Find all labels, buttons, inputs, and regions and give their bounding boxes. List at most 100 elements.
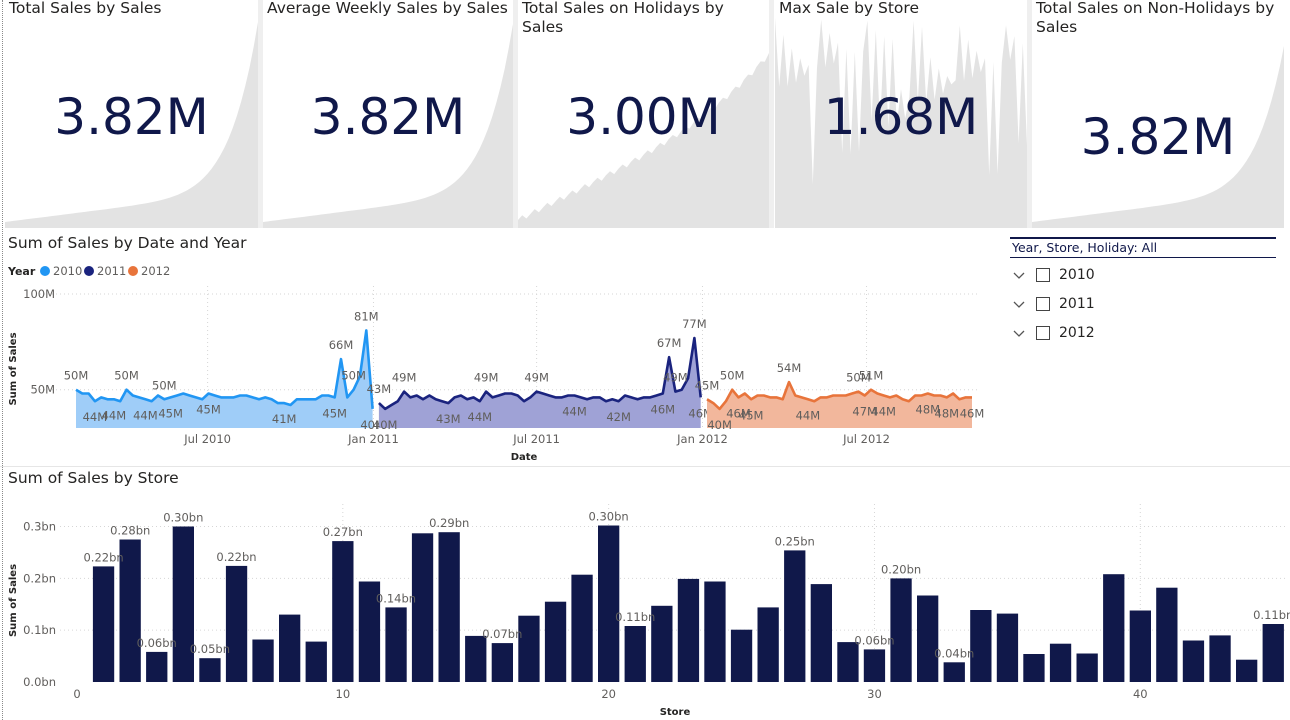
data-label: 51M <box>859 369 884 383</box>
checkbox[interactable] <box>1036 297 1050 311</box>
x-tick-label: Jan 2012 <box>676 432 728 446</box>
chevron-down-icon[interactable] <box>1012 326 1026 340</box>
data-label: 0.06bn <box>854 633 894 647</box>
legend-marker <box>84 266 94 276</box>
slicer-item-2012[interactable]: 2012 <box>1010 323 1095 343</box>
data-label: 0.22bn <box>83 550 123 564</box>
data-label: 0.11bn <box>1253 608 1290 622</box>
data-label: 43M <box>367 382 392 396</box>
bar-store-5 <box>199 658 221 682</box>
y-tick-label: 0.1bn <box>23 623 56 637</box>
bar-store-36 <box>1023 654 1045 682</box>
bar-store-26 <box>757 607 779 682</box>
kpi-card-holiday-sales[interactable]: Total Sales on Holidays by Sales 3.00M <box>518 0 769 228</box>
card-value: 3.82M <box>54 88 209 146</box>
data-label: 45M <box>196 403 221 417</box>
bar-store-23 <box>677 578 700 682</box>
slicer-item-label: 2012 <box>1059 325 1095 341</box>
bar-store-33 <box>943 662 965 682</box>
legend-title: Year <box>7 265 36 278</box>
bar-store-16 <box>491 643 513 682</box>
bar-store-17 <box>518 615 540 682</box>
card-divider <box>769 0 774 228</box>
data-label: 0.27bn <box>323 525 363 539</box>
data-label: 67M <box>657 336 682 350</box>
data-label: 49M <box>392 371 417 385</box>
data-label: 0.30bn <box>588 510 628 524</box>
bar-store-10 <box>332 541 354 682</box>
bar-store-21 <box>624 626 646 682</box>
bar-store-18 <box>544 601 567 682</box>
data-label: 42M <box>606 410 631 424</box>
line-chart-title: Sum of Sales by Date and Year <box>8 234 247 252</box>
legend-marker <box>128 266 138 276</box>
y-tick-label: 50M <box>30 383 55 397</box>
data-label: 50M <box>64 369 89 383</box>
data-label: 44M <box>468 410 493 424</box>
slicer-item-2010[interactable]: 2010 <box>1010 265 1095 285</box>
legend-label: 2012 <box>141 264 170 278</box>
bar-chart-title: Sum of Sales by Store <box>8 469 179 487</box>
x-tick-label: 10 <box>336 687 351 701</box>
data-label: 49M <box>524 371 549 385</box>
kpi-card-max-sale-by-store[interactable]: Max Sale by Store 1.68M <box>775 0 1027 228</box>
legend-marker <box>40 266 50 276</box>
bar-store-8 <box>279 614 301 682</box>
y-tick-label: 0.2bn <box>23 571 56 585</box>
bar-store-45 <box>1262 624 1284 682</box>
bar-store-14 <box>438 532 460 682</box>
kpi-card-non-holiday-sales[interactable]: Total Sales on Non-Holidays by Sales 3.8… <box>1032 0 1284 228</box>
checkbox[interactable] <box>1036 326 1050 340</box>
data-label: 45M <box>695 378 720 392</box>
card-title: Total Sales on Non-Holidays by Sales <box>1036 0 1275 36</box>
data-label: 43M <box>436 412 461 426</box>
x-tick-label: Jul 2010 <box>183 432 231 446</box>
bar-store-35 <box>996 613 1019 682</box>
bar-store-32 <box>917 595 939 682</box>
card-value: 1.68M <box>823 88 979 146</box>
sales-by-date-chart[interactable]: 50M 100M Jul 2010 Jan 2011 Jul 2011 Jan 2012 J… <box>0 256 1005 488</box>
data-label: 0.14bn <box>376 591 416 605</box>
checkbox[interactable] <box>1036 268 1050 282</box>
y-axis-title: Sum of Sales <box>8 332 19 405</box>
year-slicer[interactable]: Year, Store, Holiday: All 2010 2011 2012 <box>1010 237 1276 341</box>
card-value: 3.82M <box>1080 108 1236 166</box>
data-label: 66M <box>329 338 354 352</box>
y-tick-label: 0.3bn <box>23 520 56 534</box>
data-label: 0.30bn <box>163 511 203 525</box>
data-label: 44M <box>871 405 896 419</box>
data-label: 54M <box>777 361 802 375</box>
bar-store-38 <box>1076 653 1098 682</box>
bar-store-39 <box>1103 574 1125 682</box>
x-tick-label: Jul 2012 <box>842 432 890 446</box>
x-tick-label: 20 <box>601 687 616 701</box>
data-label: 50M <box>152 378 177 392</box>
bar-store-15 <box>465 635 487 682</box>
sales-by-store-chart[interactable]: 0.0bn 0.1bn 0.2bn 0.3bn 0 10 20 30 40 Store Sum of… <box>0 490 1290 720</box>
data-label: 0.25bn <box>775 534 815 548</box>
card-title: Average Weekly Sales by Sales <box>267 0 508 17</box>
x-axis-title: Store <box>660 707 691 718</box>
slicer-item-2011[interactable]: 2011 <box>1010 294 1095 314</box>
bar-store-37 <box>1049 643 1072 682</box>
data-label: 0.06bn <box>137 636 177 650</box>
bar-store-29 <box>837 642 859 682</box>
bar-store-24 <box>704 581 726 682</box>
kpi-card-average-weekly-sales[interactable]: Average Weekly Sales by Sales 3.82M <box>263 0 513 228</box>
bar-store-13 <box>411 533 434 682</box>
slicer-header: Year, Store, Holiday: All <box>1010 237 1276 258</box>
data-label: 41M <box>272 412 297 426</box>
chevron-down-icon[interactable] <box>1012 297 1026 311</box>
data-label: 0.11bn <box>615 610 655 624</box>
data-label: 0.07bn <box>482 627 522 641</box>
data-label: 50M <box>341 369 366 383</box>
data-label: 0.04bn <box>934 646 974 660</box>
section-divider <box>0 466 1290 467</box>
bar-store-28 <box>810 584 832 682</box>
chevron-down-icon[interactable] <box>1012 268 1026 282</box>
data-label: 45M <box>322 406 347 420</box>
data-label: 49M <box>663 371 688 385</box>
kpi-card-total-sales[interactable]: Total Sales by Sales 3.82M <box>5 0 258 228</box>
data-label: 0.28bn <box>110 524 150 538</box>
legend-label: 2011 <box>97 264 126 278</box>
